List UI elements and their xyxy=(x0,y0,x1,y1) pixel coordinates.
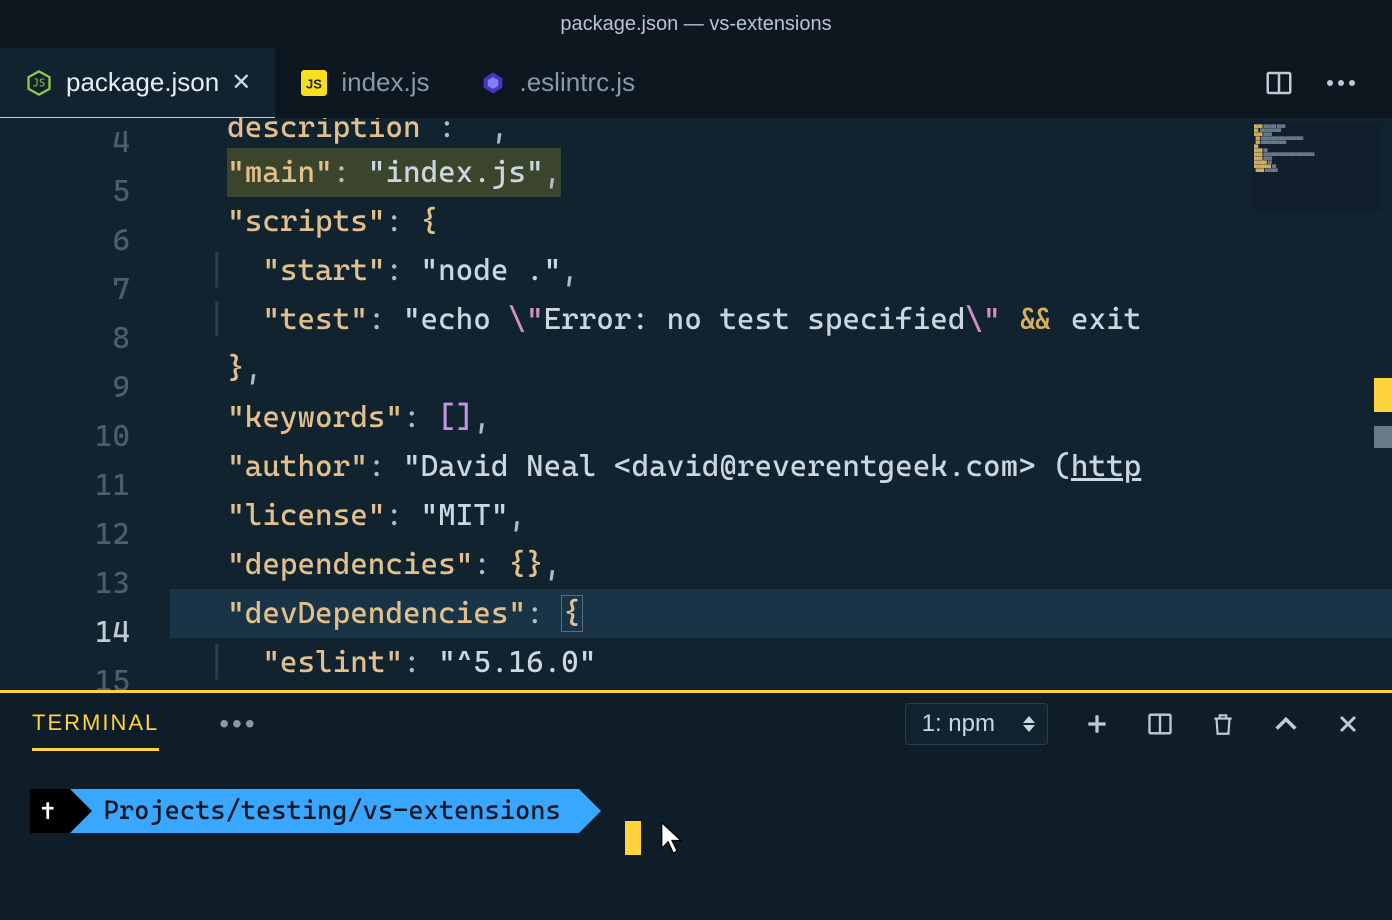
terminal-prompt: ✝ Projects/testing/vs-extensions xyxy=(30,789,579,833)
line-number: 7 xyxy=(0,265,130,314)
line-number: 9 xyxy=(0,363,130,412)
line-gutter: 456789101112131415 xyxy=(0,118,170,690)
line-number: 5 xyxy=(0,167,130,216)
code-line[interactable]: description : , xyxy=(170,118,1392,148)
window-title: package.json — vs-extensions xyxy=(560,13,831,36)
prompt-icon: ✝ xyxy=(40,796,56,826)
kill-terminal-icon[interactable] xyxy=(1210,710,1236,738)
more-actions-icon[interactable] xyxy=(1326,79,1356,87)
new-terminal-icon[interactable] xyxy=(1084,711,1110,737)
code-line[interactable]: "main": "index.js", xyxy=(170,148,1392,197)
eslint-icon xyxy=(478,68,508,98)
panel-tabbar: TERMINAL ••• 1: npm xyxy=(0,693,1392,755)
code-line[interactable]: }, xyxy=(170,344,1392,393)
nodejs-icon: JS xyxy=(24,68,54,98)
panel-tab-terminal[interactable]: TERMINAL xyxy=(32,698,159,751)
tab-package-json[interactable]: JS package.json ✕ xyxy=(0,48,275,117)
minimap[interactable]: ████ ██████ ████ ██ ██████████ ████ ████… xyxy=(1252,122,1382,212)
close-panel-icon[interactable] xyxy=(1336,712,1360,736)
prompt-path: Projects/testing/vs-extensions xyxy=(104,796,561,826)
code-line[interactable]: "author": "David Neal <david@reverentgee… xyxy=(170,442,1392,491)
terminal-selector[interactable]: 1: npm xyxy=(905,703,1048,745)
code-line[interactable]: "devDependencies": { xyxy=(170,589,1392,638)
code-line[interactable]: "dependencies": {}, xyxy=(170,540,1392,589)
line-number: 8 xyxy=(0,314,130,363)
tab-label: index.js xyxy=(341,67,429,98)
line-number: 6 xyxy=(0,216,130,265)
prompt-path-segment: Projects/testing/vs-extensions xyxy=(70,789,579,833)
maximize-panel-icon[interactable] xyxy=(1272,715,1300,733)
terminal-selector-label: 1: npm xyxy=(922,710,995,737)
code-line[interactable]: "start": "node .",│ xyxy=(170,246,1392,295)
code-line[interactable]: "keywords": [], xyxy=(170,393,1392,442)
js-icon: JS xyxy=(299,68,329,98)
editor-tabbar: JS package.json ✕ JS index.js .eslintrc.… xyxy=(0,48,1392,118)
window-titlebar: package.json — vs-extensions xyxy=(0,0,1392,48)
code-line[interactable]: "license": "MIT", xyxy=(170,491,1392,540)
svg-text:JS: JS xyxy=(33,77,46,89)
code-line[interactable]: "test": "echo \"Error: no test specified… xyxy=(170,295,1392,344)
line-number: 11 xyxy=(0,461,130,510)
line-number: 14 xyxy=(0,608,130,657)
terminal-cursor xyxy=(625,821,641,855)
line-number: 10 xyxy=(0,412,130,461)
code-content[interactable]: description : , "main": "index.js", "scr… xyxy=(170,118,1392,690)
line-number: 13 xyxy=(0,559,130,608)
line-number: 4 xyxy=(0,118,130,167)
code-line[interactable]: "scripts": { xyxy=(170,197,1392,246)
svg-text:JS: JS xyxy=(306,76,322,91)
dropdown-arrows-icon xyxy=(1023,716,1035,732)
split-editor-icon[interactable] xyxy=(1264,68,1294,98)
line-number: 12 xyxy=(0,510,130,559)
panel-more-tabs-icon[interactable]: ••• xyxy=(183,708,257,740)
line-number: 15 xyxy=(0,657,130,690)
scrollbar-marker xyxy=(1374,378,1392,412)
tab-index-js[interactable]: JS index.js xyxy=(275,48,453,117)
tab-eslintrc[interactable]: .eslintrc.js xyxy=(454,48,660,117)
code-editor[interactable]: 456789101112131415 description : , "main… xyxy=(0,118,1392,690)
prompt-icon-segment: ✝ xyxy=(30,789,70,833)
tab-label: package.json xyxy=(66,67,219,98)
scrollbar-marker xyxy=(1374,426,1392,448)
close-tab-icon[interactable]: ✕ xyxy=(231,68,251,97)
tab-label: .eslintrc.js xyxy=(520,67,636,98)
code-line[interactable]: "eslint": "^5.16.0"│ xyxy=(170,638,1392,687)
bottom-panel: TERMINAL ••• 1: npm xyxy=(0,693,1392,920)
terminal-content[interactable]: ✝ Projects/testing/vs-extensions xyxy=(0,755,1392,920)
split-terminal-icon[interactable] xyxy=(1146,710,1174,738)
mouse-cursor-icon xyxy=(659,820,685,856)
